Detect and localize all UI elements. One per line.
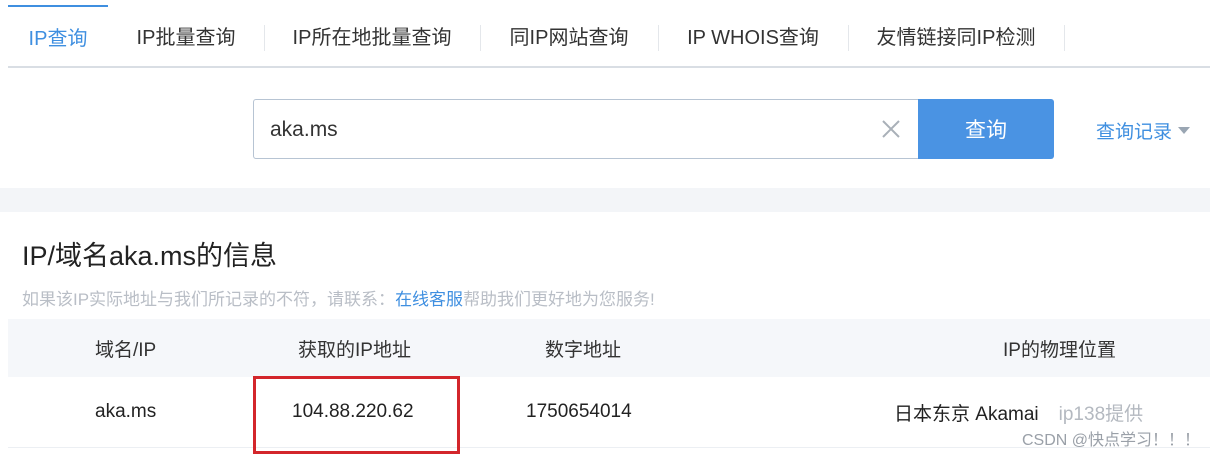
tab-same-ip-sites[interactable]: 同IP网站查询: [480, 5, 658, 66]
tab-bar: IP查询 IP批量查询 IP所在地批量查询 同IP网站查询 IP WHOIS查询…: [8, 5, 1210, 68]
search-input[interactable]: [268, 100, 852, 160]
info-note-suffix: 帮助我们更好地为您服务!: [463, 290, 655, 309]
header-domain-ip: 域名/IP: [95, 339, 157, 361]
tab-ip-query[interactable]: IP查询: [8, 5, 108, 66]
header-numeric-address: 数字地址: [545, 339, 622, 361]
page-title: IP/域名aka.ms的信息: [22, 241, 278, 271]
cell-domain: aka.ms: [95, 401, 157, 422]
close-icon[interactable]: [880, 118, 902, 140]
tab-ip-batch-query[interactable]: IP批量查询: [108, 5, 264, 66]
info-note: 如果该IP实际地址与我们所记录的不符，请联系：在线客服帮助我们更好地为您服务!: [22, 285, 655, 310]
header-physical-location: IP的物理位置: [1003, 339, 1116, 361]
cell-resolved-ip: 104.88.220.62: [292, 401, 414, 422]
cell-numeric-address: 1750654014: [526, 401, 632, 422]
tab-separator: [1064, 25, 1065, 51]
watermark: CSDN @快点学习！！！: [1021, 432, 1200, 449]
caret-down-icon: [1178, 126, 1191, 134]
provider-note: ip138提供: [1058, 403, 1144, 425]
online-support-link[interactable]: 在线客服: [395, 290, 463, 309]
tab-friend-link-same-ip[interactable]: 友情链接同IP检测: [848, 5, 1064, 66]
tab-ip-location-batch-query[interactable]: IP所在地批量查询: [264, 5, 480, 66]
table-header: 域名/IP 获取的IP地址 数字地址 IP的物理位置: [8, 319, 1210, 377]
query-history-label: 查询记录: [1096, 121, 1173, 143]
search-box: [253, 99, 919, 160]
query-history-dropdown[interactable]: 查询记录: [1096, 117, 1191, 143]
tab-ip-whois[interactable]: IP WHOIS查询: [658, 5, 848, 66]
section-divider: [0, 188, 1210, 212]
location-text: 日本东京 Akamai: [894, 403, 1039, 425]
header-resolved-ip: 获取的IP地址: [298, 339, 411, 361]
search-button[interactable]: 查询: [918, 99, 1054, 159]
info-note-prefix: 如果该IP实际地址与我们所记录的不符，请联系：: [22, 290, 396, 309]
